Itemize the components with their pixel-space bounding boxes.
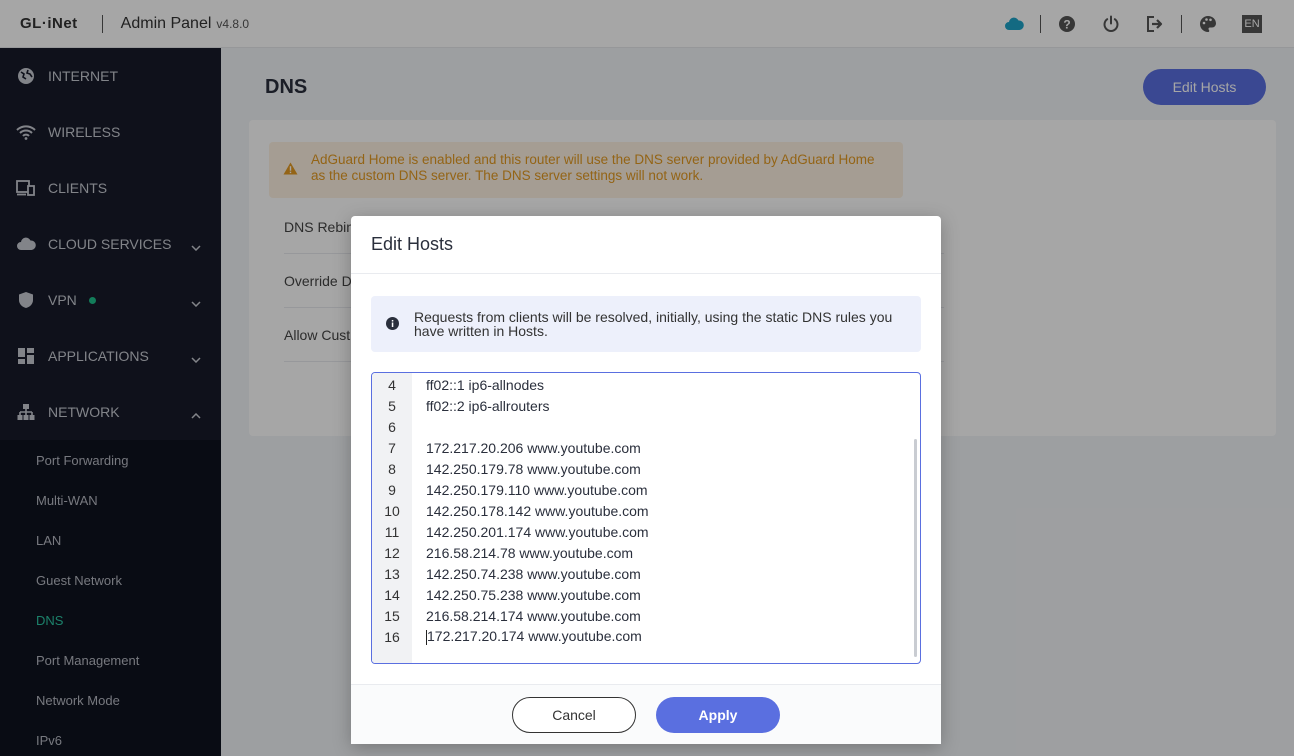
line-text: 142.250.178.142 www.youtube.com bbox=[426, 502, 649, 519]
line-number: 10 bbox=[384, 502, 400, 519]
editor-line[interactable]: 4 ff02::1 ip6-allnodes bbox=[372, 374, 920, 395]
line-number: 16 bbox=[384, 628, 400, 645]
editor-line[interactable]: 14 142.250.75.238 www.youtube.com bbox=[372, 584, 920, 605]
editor-line[interactable]: 5 ff02::2 ip6-allrouters bbox=[372, 395, 920, 416]
editor-line[interactable]: 7 172.217.20.206 www.youtube.com bbox=[372, 437, 920, 458]
info-icon bbox=[386, 317, 399, 332]
info-text: Requests from clients will be resolved, … bbox=[414, 309, 893, 339]
editor-line[interactable]: 15 216.58.214.174 www.youtube.com bbox=[372, 605, 920, 626]
cancel-button[interactable]: Cancel bbox=[512, 697, 636, 733]
line-text: 142.250.201.174 www.youtube.com bbox=[426, 523, 649, 540]
dialog-title: Edit Hosts bbox=[351, 216, 941, 274]
line-text: 142.250.179.78 www.youtube.com bbox=[426, 460, 641, 477]
line-number: 12 bbox=[384, 544, 400, 561]
line-number: 7 bbox=[388, 439, 396, 456]
editor-line[interactable]: 9 142.250.179.110 www.youtube.com bbox=[372, 479, 920, 500]
line-text: 142.250.74.238 www.youtube.com bbox=[426, 565, 641, 582]
editor-line[interactable]: 8 142.250.179.78 www.youtube.com bbox=[372, 458, 920, 479]
line-number: 11 bbox=[384, 523, 400, 540]
line-number: 15 bbox=[384, 607, 400, 624]
editor-line-active[interactable]: 16 172.217.20.174 www.youtube.com bbox=[372, 626, 920, 647]
line-number: 13 bbox=[384, 565, 400, 582]
line-number: 9 bbox=[388, 481, 396, 498]
editor-line[interactable]: 10 142.250.178.142 www.youtube.com bbox=[372, 500, 920, 521]
apply-button[interactable]: Apply bbox=[656, 697, 780, 733]
editor-line[interactable]: 12 216.58.214.78 www.youtube.com bbox=[372, 542, 920, 563]
hosts-info-box: Requests from clients will be resolved, … bbox=[371, 296, 921, 352]
line-number: 6 bbox=[388, 418, 396, 435]
line-number: 8 bbox=[388, 460, 396, 477]
hosts-editor[interactable]: 4 ff02::1 ip6-allnodes 5 ff02::2 ip6-allro… bbox=[371, 372, 921, 664]
editor-scrollbar[interactable] bbox=[914, 439, 917, 657]
editor-line[interactable]: 6 bbox=[372, 416, 920, 437]
line-text: ff02::1 ip6-allnodes bbox=[426, 376, 545, 393]
line-text: 142.250.179.110 www.youtube.com bbox=[426, 481, 648, 498]
dialog-footer: Cancel Apply bbox=[351, 684, 941, 744]
line-text: ff02::2 ip6-allrouters bbox=[426, 397, 550, 414]
line-text: 216.58.214.78 www.youtube.com bbox=[426, 544, 634, 561]
editor-line[interactable]: 13 142.250.74.238 www.youtube.com bbox=[372, 563, 920, 584]
line-text: 216.58.214.174 www.youtube.com bbox=[426, 607, 641, 624]
line-text-wrapper: 172.217.20.174 www.youtube.com bbox=[412, 628, 642, 645]
editor-line[interactable]: 11 142.250.201.174 www.youtube.com bbox=[372, 521, 920, 542]
line-text: 172.217.20.206 www.youtube.com bbox=[426, 439, 641, 456]
line-number: 5 bbox=[388, 397, 396, 414]
line-number: 14 bbox=[384, 586, 400, 603]
line-number: 4 bbox=[388, 376, 396, 393]
edit-hosts-dialog: Edit Hosts Requests from clients will be… bbox=[351, 216, 941, 744]
line-text: 172.217.20.174 www.youtube.com bbox=[427, 628, 642, 645]
editor-lines: 4 ff02::1 ip6-allnodes 5 ff02::2 ip6-allro… bbox=[372, 374, 920, 647]
line-text: 142.250.75.238 www.youtube.com bbox=[426, 586, 641, 603]
